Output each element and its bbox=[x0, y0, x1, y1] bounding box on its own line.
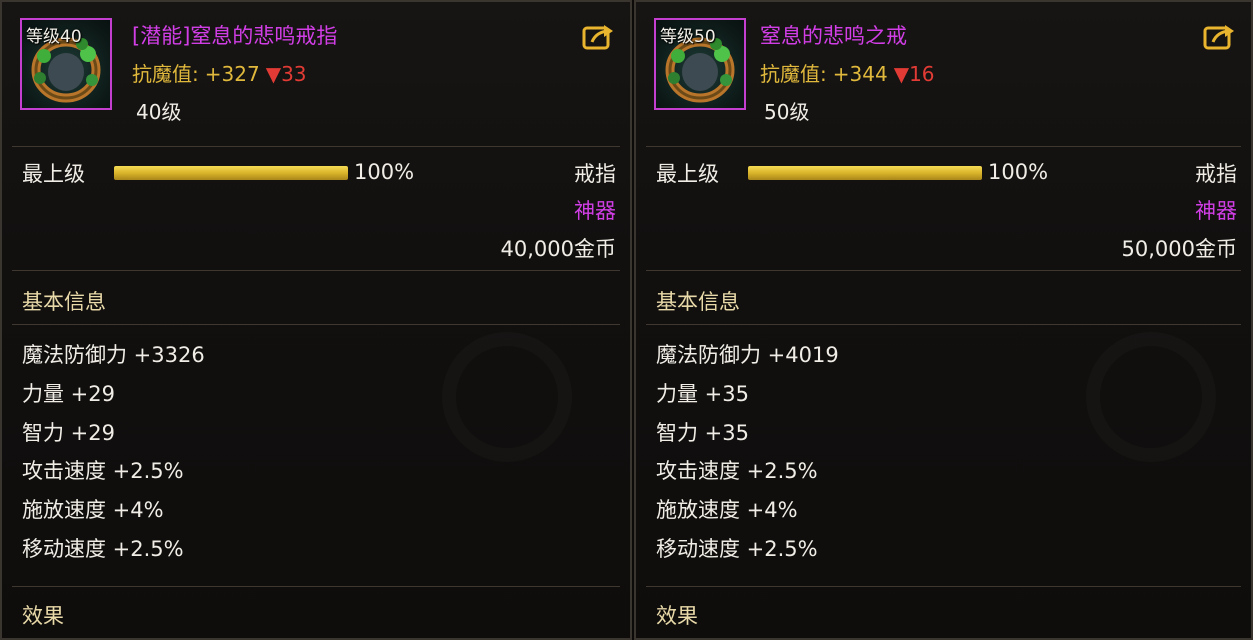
item-price: 40,000金币 bbox=[500, 237, 616, 261]
ring-item-icon: 等级40 bbox=[20, 18, 112, 110]
grade-bar-fill bbox=[748, 166, 982, 180]
stat-line: 魔法防御力 +4019 bbox=[656, 343, 839, 367]
divider bbox=[12, 586, 620, 587]
basic-info-title: 基本信息 bbox=[656, 290, 740, 314]
stat-line: 施放速度 +4% bbox=[656, 498, 798, 523]
item-type: 戒指 bbox=[1195, 162, 1237, 186]
required-level: 40级 bbox=[136, 100, 182, 124]
divider bbox=[12, 270, 620, 271]
ring-item-icon: 等级50 bbox=[654, 18, 746, 110]
item-rarity: 神器 bbox=[574, 199, 616, 223]
stat-line: 施放速度 +4% bbox=[22, 498, 164, 523]
stat-line: 力量 +35 bbox=[656, 381, 749, 406]
magic-resist-line: 抗魔值: +344 ▼16 bbox=[760, 58, 935, 87]
watermark-emblem bbox=[1086, 332, 1216, 462]
stat-line: 力量 +29 bbox=[22, 381, 115, 406]
share-icon[interactable] bbox=[582, 22, 616, 50]
grade-percent: 100% bbox=[988, 160, 1049, 184]
stat-list: 魔法防御力 +3326 力量 +29 智力 +29 攻击速度 +2.5% 施放速… bbox=[22, 340, 205, 573]
grade-percent: 100% bbox=[354, 160, 415, 184]
stat-list: 魔法防御力 +4019 力量 +35 智力 +35 攻击速度 +2.5% 施放速… bbox=[656, 340, 839, 573]
magic-resist-label: 抗魔值: bbox=[132, 62, 199, 86]
item-tooltip-right: 等级50 窒息的悲鸣之戒 抗魔值: +344 ▼16 50级 最上级 100% 戒指… bbox=[634, 0, 1253, 640]
grade-bar bbox=[114, 166, 348, 180]
item-name: [潜能]窒息的悲鸣戒指 bbox=[132, 24, 338, 48]
item-rarity: 神器 bbox=[1195, 199, 1237, 223]
item-level-badge: 等级40 bbox=[26, 27, 82, 47]
grade-label: 最上级 bbox=[656, 162, 719, 186]
magic-resist-value: +344 bbox=[832, 62, 888, 86]
divider bbox=[646, 324, 1241, 325]
magic-resist-label: 抗魔值: bbox=[760, 62, 827, 86]
stat-line: 移动速度 +2.5% bbox=[656, 536, 818, 561]
item-type: 戒指 bbox=[574, 162, 616, 186]
grade-bar bbox=[748, 166, 982, 180]
magic-resist-value: +327 bbox=[204, 62, 260, 86]
share-icon[interactable] bbox=[1203, 22, 1237, 50]
watermark-emblem bbox=[442, 332, 572, 462]
divider bbox=[12, 324, 620, 325]
stat-line: 移动速度 +2.5% bbox=[22, 536, 184, 561]
item-tooltip-left: 等级40 [潜能]窒息的悲鸣戒指 抗魔值: +327 ▼33 40级 最上级 100… bbox=[0, 0, 632, 640]
divider bbox=[646, 586, 1241, 587]
magic-resist-change: ▼16 bbox=[893, 62, 935, 86]
divider bbox=[12, 146, 620, 147]
stat-line: 魔法防御力 +3326 bbox=[22, 343, 205, 367]
grade-label: 最上级 bbox=[22, 162, 85, 186]
stat-line: 智力 +35 bbox=[656, 420, 749, 445]
required-level: 50级 bbox=[764, 100, 810, 124]
item-name: 窒息的悲鸣之戒 bbox=[760, 24, 907, 48]
grade-bar-fill bbox=[114, 166, 348, 180]
effect-title: 效果 bbox=[22, 604, 64, 628]
effect-title: 效果 bbox=[656, 604, 698, 628]
item-price: 50,000金币 bbox=[1121, 237, 1237, 261]
divider bbox=[646, 146, 1241, 147]
divider bbox=[646, 270, 1241, 271]
magic-resist-change: ▼33 bbox=[265, 62, 307, 86]
basic-info-title: 基本信息 bbox=[22, 290, 106, 314]
stat-line: 智力 +29 bbox=[22, 420, 115, 445]
stat-line: 攻击速度 +2.5% bbox=[656, 459, 818, 484]
stat-line: 攻击速度 +2.5% bbox=[22, 459, 184, 484]
item-level-badge: 等级50 bbox=[660, 27, 716, 47]
magic-resist-line: 抗魔值: +327 ▼33 bbox=[132, 58, 307, 87]
